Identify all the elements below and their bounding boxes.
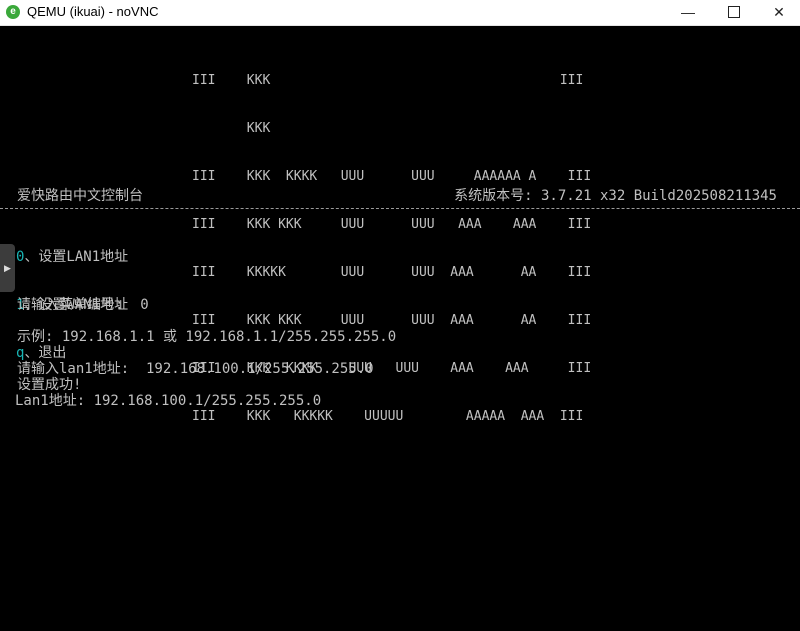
menu-label: 、设置LAN1地址 <box>24 249 129 265</box>
logo-line: III KKK KKKKK UUUUU AAAAA AAA III <box>192 409 584 424</box>
logo-line: III KKK KKK UUU UUU AAA AA III <box>192 313 592 328</box>
menu-item: 0、设置LAN1地址 <box>16 249 128 265</box>
console-header: 爱快路由中文控制台 系统版本号: 3.7.21 x32 Build2025082… <box>17 185 777 204</box>
logo-line: KKK <box>192 121 271 136</box>
close-button[interactable]: ✕ <box>757 0 800 25</box>
logo-line: III KKK III <box>192 73 584 88</box>
menu-prompt: 请输入菜单编号: 0 <box>17 297 149 313</box>
menu-item: q、退出 <box>16 345 128 361</box>
maximize-button[interactable] <box>712 0 756 25</box>
lan-result: Lan1地址: 192.168.100.1/255.255.255.0 <box>15 393 322 409</box>
maximize-icon <box>728 6 740 19</box>
logo-line: III KKKKK UUU UUU AAA AA III <box>192 265 592 280</box>
window-titlebar: e QEMU (ikuai) - noVNC — ✕ <box>0 0 800 26</box>
logo-line: III KKK KKK UUU UUU AAA AAA III <box>192 217 592 232</box>
e-browser-icon: e <box>6 5 20 19</box>
window-title: QEMU (ikuai) - noVNC <box>27 4 159 19</box>
menu-label: 、退出 <box>24 345 67 361</box>
logo-line: III KKK KKKK UUU UUU AAAAAA A III <box>192 169 592 184</box>
vnc-screen[interactable]: III KKK III KKK III KKK KKKK UUU UUU AAA… <box>0 26 800 631</box>
lan-prompt: 请输入lan1地址: 192.168.100.1/255.255.255.0 <box>17 361 374 377</box>
dashed-divider <box>0 208 800 209</box>
system-version: 系统版本号: 3.7.21 x32 Build202508211345 <box>454 188 777 204</box>
novnc-sidebar-handle[interactable]: ▶ <box>0 244 15 292</box>
minimize-button[interactable]: — <box>666 0 710 25</box>
console-title: 爱快路由中文控制台 <box>17 188 143 204</box>
success-message: 设置成功! <box>17 377 82 393</box>
example-hint: 示例: 192.168.1.1 或 192.168.1.1/255.255.25… <box>17 329 397 345</box>
